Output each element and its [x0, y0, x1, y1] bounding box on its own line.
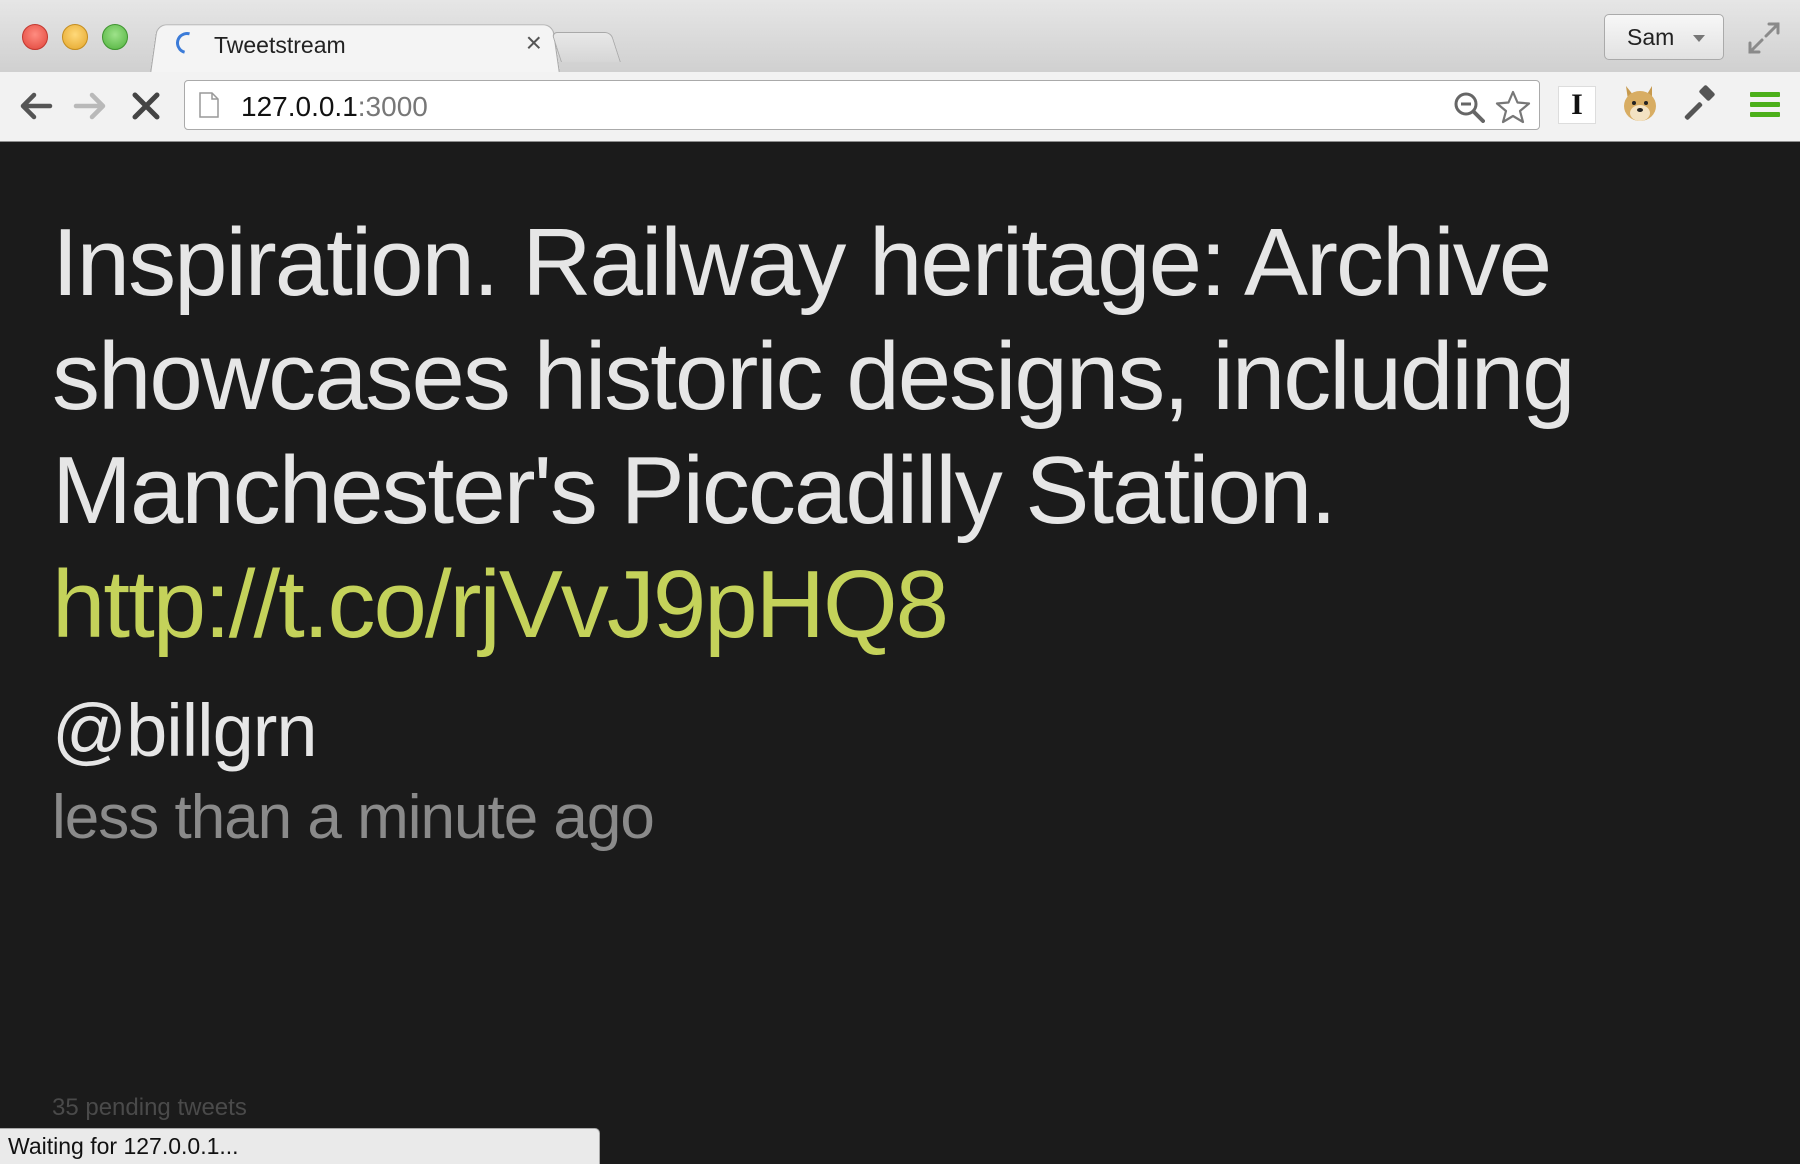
url-host: 127.0.0.1 — [241, 91, 358, 122]
tweet-link[interactable]: http://t.co/rjVvJ9pHQ8 — [52, 551, 949, 658]
page-content: Inspiration. Railway heritage: Archive s… — [0, 142, 1800, 1164]
zoom-out-icon[interactable] — [1453, 91, 1485, 123]
browser-toolbar: 127.0.0.1:3000 I — [0, 72, 1800, 142]
tweet-body: Inspiration. Railway heritage: Archive s… — [52, 206, 1732, 662]
tweet-author: @billgrn — [52, 689, 318, 772]
new-tab-button[interactable] — [551, 32, 621, 62]
active-tab-content[interactable]: Tweetstream × — [171, 27, 542, 66]
window-zoom-button[interactable] — [102, 24, 128, 50]
instapaper-extension-icon[interactable]: I — [1558, 86, 1596, 124]
fullscreen-icon[interactable] — [1746, 20, 1782, 56]
tab-close-icon[interactable]: × — [526, 28, 542, 58]
chevron-down-icon — [1693, 35, 1705, 42]
browser-window: Tweetstream × Sam 127.0.0.1:3000 I Inspi… — [0, 0, 1800, 1164]
address-bar[interactable]: 127.0.0.1:3000 — [184, 80, 1540, 130]
loading-spinner-icon — [171, 27, 203, 59]
stop-loading-icon[interactable] — [126, 86, 166, 126]
status-text: Waiting for 127.0.0.1... — [8, 1133, 239, 1159]
menu-hamburger-icon[interactable] — [1748, 88, 1782, 122]
url-port: :3000 — [357, 91, 428, 122]
doge-extension-icon[interactable] — [1618, 82, 1662, 126]
tab-title: Tweetstream — [214, 32, 346, 58]
profile-name: Sam — [1627, 24, 1675, 50]
url-text[interactable]: 127.0.0.1:3000 — [241, 91, 428, 123]
back-arrow-icon[interactable] — [16, 86, 56, 126]
pending-tweets-count: 35 pending tweets — [52, 1094, 247, 1121]
wrench-tool-icon[interactable] — [1682, 84, 1722, 124]
page-icon — [199, 92, 219, 118]
status-bubble: Waiting for 127.0.0.1... — [0, 1128, 600, 1164]
window-minimize-button[interactable] — [62, 24, 88, 50]
bookmark-star-icon[interactable] — [1495, 89, 1531, 125]
tab-strip: Tweetstream × Sam — [0, 0, 1800, 75]
window-close-button[interactable] — [22, 24, 48, 50]
tweet-text: Inspiration. Railway heritage: Archive s… — [52, 209, 1575, 544]
tweet-timestamp: less than a minute ago — [52, 783, 655, 852]
profile-button[interactable]: Sam — [1604, 14, 1724, 60]
forward-arrow-icon[interactable] — [70, 86, 110, 126]
